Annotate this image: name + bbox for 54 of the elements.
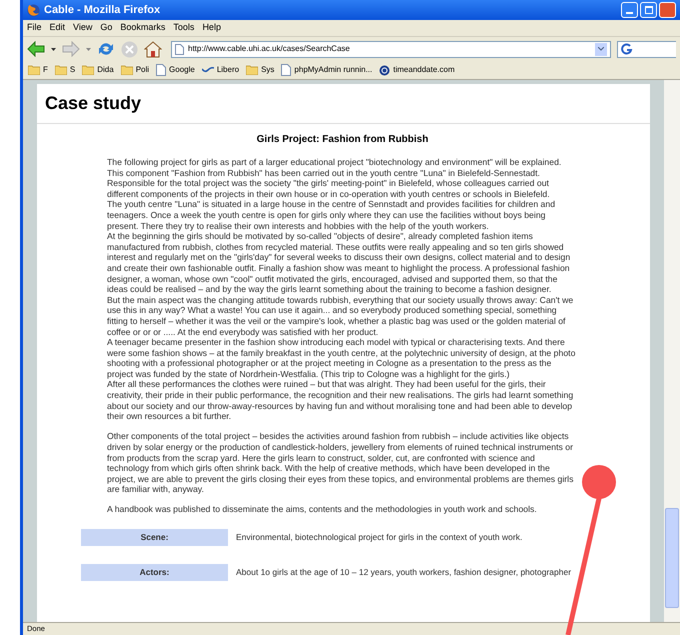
bookmark-item[interactable]: phpMyAdmin runnin... (281, 64, 372, 76)
bookmark-item[interactable]: Google (156, 64, 195, 76)
page-icon (175, 44, 184, 54)
bookmark-item[interactable]: S (54, 64, 76, 76)
dropdown-button[interactable] (595, 42, 607, 56)
globe-icon (379, 64, 390, 76)
firefox-logo-icon (27, 4, 40, 16)
search-field[interactable] (617, 40, 676, 58)
paragraph: But the main aspect was the changing attitude towards rubbish, everything that our society usually throws away: Can't we use this in any way? What a waste! You can use it again... and so everybody produced something special, something fitting to herself – whether it was the veil or the vampire's look, whether a plastic bag was used or the golden material of coffee or or or ..... At the end everybody was satisfied with her product. (107, 294, 574, 338)
detail-label: Actors: (81, 564, 228, 581)
bookmark-item[interactable]: Libero (202, 64, 240, 76)
detail-label: Scene: (81, 529, 228, 546)
page-icon (156, 64, 166, 76)
paragraph: Other components of the total project – besides the activities around fashion from rubbish – include activities like objects driven by solar energy or the production of candlestick-holders, jewellery from elements of ruined technical instruments or from products from the scrap yard. Here the girls learn to construct, solder, cut, are confronted with science and technology from which girls often shrink back. With the help of creative methods, which have been developed in the project, we are able to prevent the girls closing their eyes from these topics, and environmental problems are themes girls are familiar with, anyway. (107, 431, 574, 495)
bookmark-item[interactable]: Sys (246, 64, 274, 76)
menu-item[interactable]: Edit (50, 21, 66, 35)
paragraph: The following project for girls as part of a larger educational project "biotechnology and environment" will be explained. This component "Fashion from Rubbish" has been carried out in the youth centre "Luna" in Bielefeld-Sennestadt. Responsible for the total project was the society "the girls' meeting-point" in Bielefeld, whose colleagues carried out different components of the projects in their own house or in co-operation with youth centres or schools in Bielefeld. (107, 157, 562, 200)
paragraph: A handbook was published to disseminate the aims, contents and the methodologies in youth work and schools. (107, 504, 538, 515)
folder-icon (82, 65, 94, 75)
menu-item[interactable]: Tools (173, 21, 194, 35)
page-heading: Case study (45, 92, 142, 115)
bookmark-item[interactable]: timeanddate.com (379, 64, 455, 76)
folder-icon (28, 65, 40, 75)
article-title: Girls Project: Fashion from Rubbish (256, 133, 430, 147)
paragraph: A teenager became presenter in the fashion show introducing each model with typical or characterising texts. And there were some fashion shows – at the family breakfast in the youth centre, at the polytechnic university of design, at the photo shooting with a professional photographer or at the project meeting in Cologne as a presentation to the press as the project was funded by the state of Nordrhein-Westfalia. (This trip to Cologne was a highlight for the girls.) (107, 337, 576, 380)
paragraph: The youth centre "Luna" is situated in a large house in the centre of Sennstadt and provides facilities for children and teenagers. Once a week the youth centre is open for girls only where they can use the facilities without boys being present. There they try to realise their own interests and hobbies with the help of the youth workers. (107, 199, 556, 232)
menu-item[interactable]: Go (100, 21, 112, 35)
address-field[interactable]: http://www.cable.uhi.ac.uk/cases/SearchCase (171, 40, 611, 58)
page-icon (281, 64, 292, 76)
paragraph: After all these performances the clothes were ruined – but that was alright. They had been useful for the girls, their creativity, their pride in their public performance, the recognition and their new realisations. The girls had learnt something about our society and our throw-away-resources by having fun and without moralising tone and had been able to develop their own resources a bit further. (107, 379, 574, 422)
home-icon[interactable] (144, 40, 162, 58)
back-arrow-icon[interactable] (27, 41, 45, 57)
bookmark-item[interactable]: Dida (82, 64, 114, 76)
caret-icon[interactable] (51, 48, 56, 50)
bookmark-item[interactable]: F (28, 64, 48, 76)
menu-item[interactable]: Help (202, 21, 221, 35)
menu-item[interactable]: Bookmarks (120, 21, 166, 35)
paragraph: At the beginning the girls should be motivated by so-called "objects of desire", already completed fashion items manufactured from rubbish, clothes from recycled material. These outfits were really appealing and so ten girls showed interest and regularly met on the "girls'day" for several weeks to discuss their own designs, collect material and to design and create their own fashionable outfit. Finally a fashion show was meant to highlight the process. A professional fashion designer, a woman, whose own "cool" outfit motivated the girls, encouraged, advised and supported them, so that the ideas could be realised – and by the way the girls learnt something about the training to become a fashion designer. (107, 231, 572, 295)
chevron-down-icon (598, 47, 604, 51)
detail-value: About 1o girls at the age of 10 – 12 years, youth workers, fashion designer, photographer (236, 566, 572, 579)
folder-icon (246, 65, 258, 75)
detail-value: Environmental, biotechnological project for girls in the context of youth work. (236, 531, 522, 544)
folder-icon (120, 65, 133, 75)
maximize-button[interactable] (640, 2, 657, 18)
bookmark-item[interactable]: Poli (120, 64, 150, 76)
minimize-button[interactable] (621, 2, 638, 18)
menu-item[interactable]: File (27, 21, 42, 35)
folder-icon (54, 65, 67, 75)
menu-item[interactable]: View (73, 21, 92, 35)
wave-icon (202, 66, 214, 74)
search-engine-icon (621, 43, 633, 55)
close-button[interactable] (659, 2, 676, 18)
scroll-thumb[interactable] (665, 508, 679, 608)
window-title: Cable - Mozilla Firefox (44, 2, 160, 18)
